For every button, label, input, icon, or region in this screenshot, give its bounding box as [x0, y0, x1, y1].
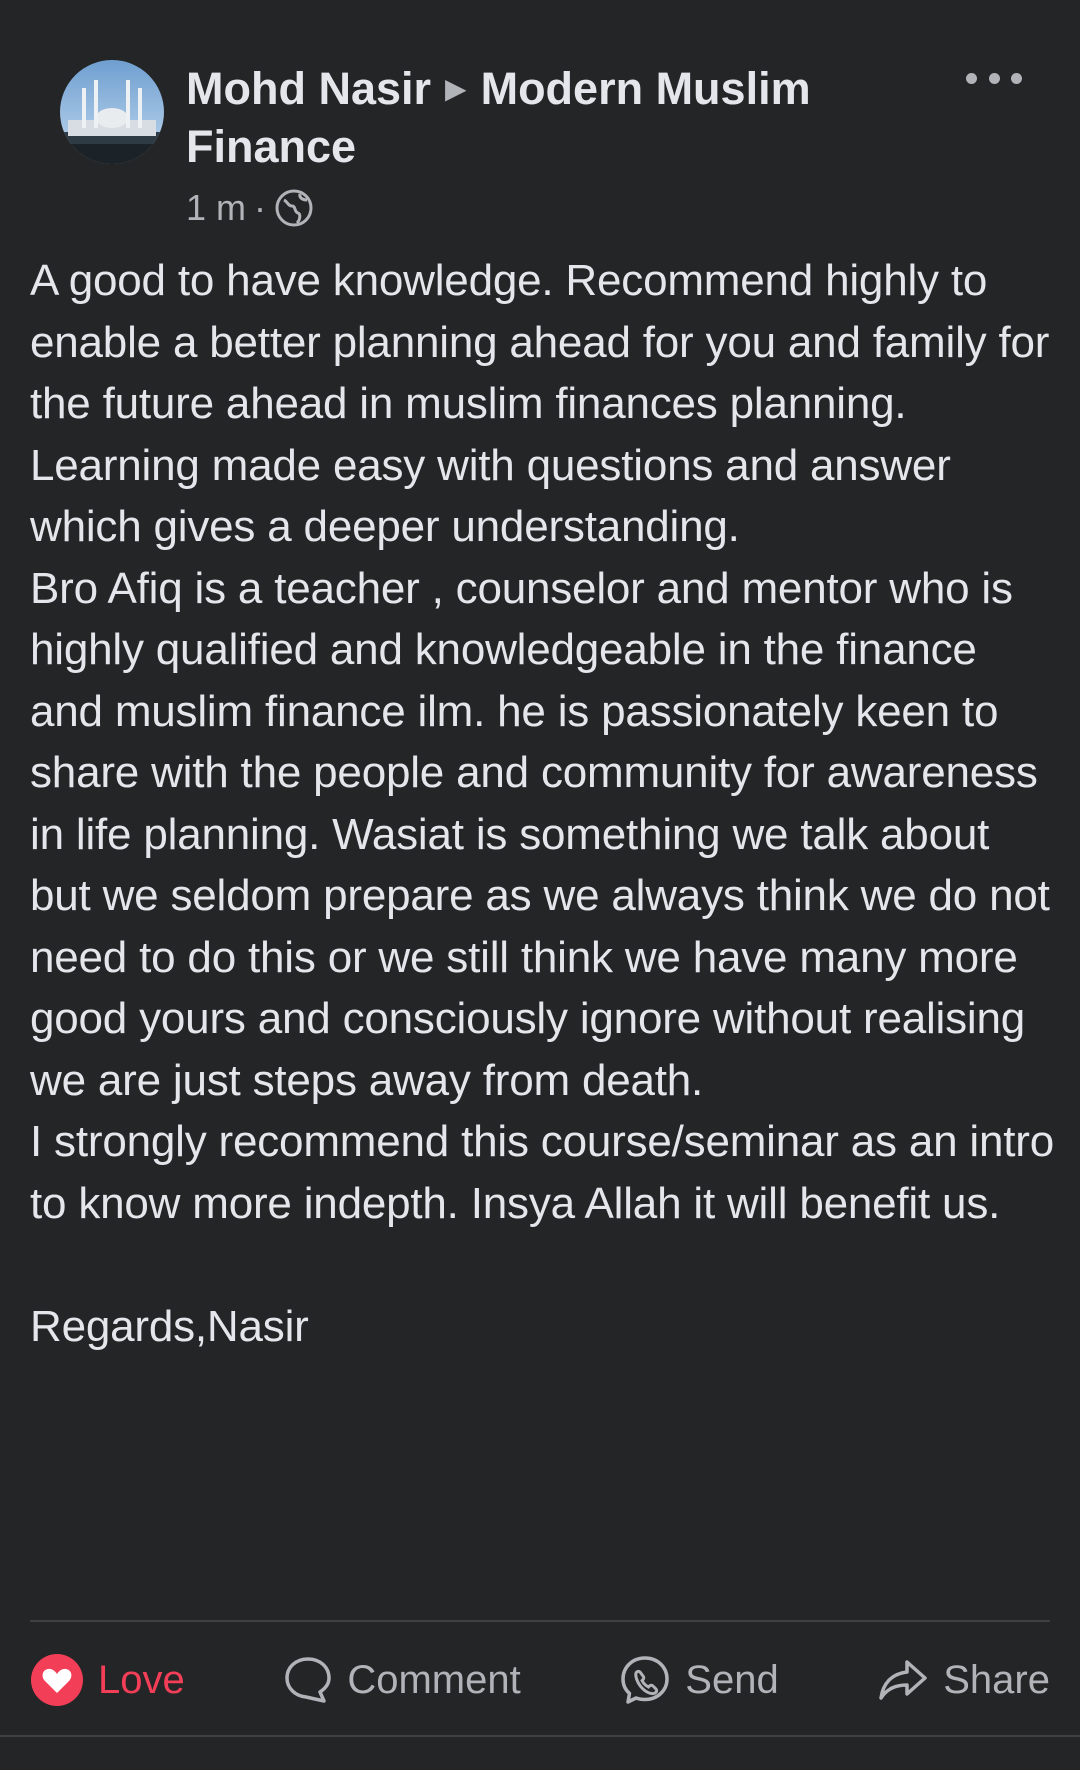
globe-icon[interactable]: [274, 188, 314, 228]
post-timestamp[interactable]: 1 m: [186, 188, 246, 228]
more-dot: [988, 72, 1000, 84]
send-button[interactable]: Send: [619, 1654, 779, 1706]
avatar-mosque-image: [60, 60, 164, 164]
author-name[interactable]: Mohd Nasir: [186, 63, 431, 114]
comment-button[interactable]: Comment: [283, 1655, 521, 1705]
post-body: A good to have knowledge. Recommend high…: [30, 256, 1055, 1351]
post-actions: Love Comment Send Share: [30, 1640, 1050, 1720]
love-label: Love: [98, 1657, 185, 1702]
messenger-icon: [621, 1656, 670, 1704]
more-dot: [1011, 72, 1022, 84]
post-meta: 1 m ·: [186, 188, 886, 228]
share-label: Share: [943, 1657, 1050, 1702]
action-divider: [30, 1620, 1050, 1622]
love-button[interactable]: Love: [30, 1653, 185, 1707]
comment-label: Comment: [347, 1657, 521, 1702]
comment-icon: [285, 1657, 332, 1703]
post-card: Mohd Nasir ▶ Modern Muslim Finance 1 m · A…: [0, 0, 1080, 1770]
more-options-button[interactable]: [966, 66, 1022, 90]
share-icon: [879, 1660, 927, 1700]
more-horizontal-icon: [966, 72, 977, 84]
love-icon: [31, 1654, 83, 1706]
share-button[interactable]: Share: [877, 1656, 1050, 1704]
post-header: Mohd Nasir ▶ Modern Muslim Finance 1 m ·: [30, 0, 1050, 240]
play-arrow-icon: ▶: [445, 73, 467, 104]
post-bottom-divider: [0, 1735, 1080, 1737]
author-line: Mohd Nasir ▶ Modern Muslim Finance: [186, 60, 886, 176]
send-label: Send: [685, 1657, 779, 1702]
post-header-text: Mohd Nasir ▶ Modern Muslim Finance 1 m ·: [186, 60, 886, 228]
meta-separator: ·: [254, 187, 267, 228]
author-avatar[interactable]: [60, 60, 164, 164]
